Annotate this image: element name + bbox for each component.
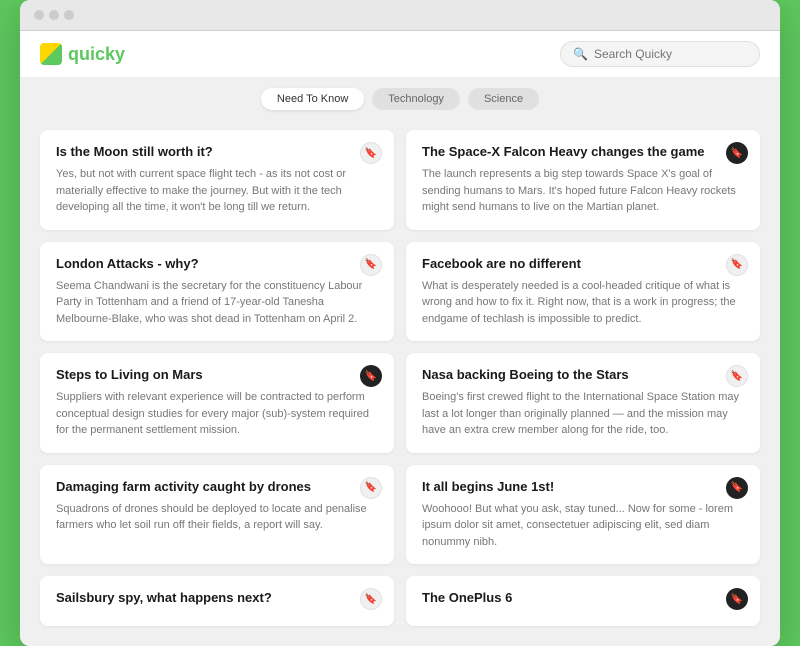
card-title: Steps to Living on Mars [56, 367, 378, 382]
bookmark-icon: 🔖 [365, 148, 377, 159]
card-title: Nasa backing Boeing to the Stars [422, 367, 744, 382]
card-title: It all begins June 1st! [422, 479, 744, 494]
browser-bar [20, 0, 780, 31]
card-body: What is desperately needed is a cool-hea… [422, 278, 744, 328]
card-badge[interactable]: 🔖 [726, 365, 748, 387]
browser-dot-red [34, 10, 44, 20]
search-icon: 🔍 [573, 47, 588, 61]
card-badge[interactable]: 🔖 [726, 477, 748, 499]
bookmark-icon: 🔖 [365, 259, 377, 270]
browser-dot-green [64, 10, 74, 20]
card-body: Seema Chandwani is the secretary for the… [56, 278, 378, 328]
bookmark-icon: 🔖 [365, 371, 377, 382]
card-badge[interactable]: 🔖 [360, 477, 382, 499]
card-badge[interactable]: 🔖 [726, 254, 748, 276]
card-item[interactable]: London Attacks - why? Seema Chandwani is … [40, 242, 394, 342]
browser-dot-yellow [49, 10, 59, 20]
card-body: The launch represents a big step towards… [422, 166, 744, 216]
search-bar[interactable]: 🔍 [560, 41, 760, 67]
bookmark-icon: 🔖 [731, 148, 743, 159]
card-badge[interactable]: 🔖 [360, 142, 382, 164]
card-title: Is the Moon still worth it? [56, 144, 378, 159]
card-body: Boeing's first crewed flight to the Inte… [422, 389, 744, 439]
card-item[interactable]: Steps to Living on Mars Suppliers with re… [40, 353, 394, 453]
card-body: Yes, but not with current space flight t… [56, 166, 378, 216]
nav-bar: quicky 🔍 [20, 31, 780, 78]
card-badge[interactable]: 🔖 [360, 254, 382, 276]
card-item[interactable]: Nasa backing Boeing to the Stars Boeing's… [406, 353, 760, 453]
card-item[interactable]: Sailsbury spy, what happens next?🔖 [40, 576, 394, 626]
card-title: The Space-X Falcon Heavy changes the gam… [422, 144, 744, 159]
card-badge[interactable]: 🔖 [726, 142, 748, 164]
card-title: London Attacks - why? [56, 256, 378, 271]
card-body: Suppliers with relevant experience will … [56, 389, 378, 439]
card-title: Damaging farm activity caught by drones [56, 479, 378, 494]
card-item[interactable]: Damaging farm activity caught by drones S… [40, 465, 394, 565]
tab-need-to-know[interactable]: Need To Know [261, 88, 364, 110]
bookmark-icon: 🔖 [731, 259, 743, 270]
logo-icon [40, 43, 62, 65]
card-title: The OnePlus 6 [422, 590, 744, 605]
card-item[interactable]: Facebook are no different What is despera… [406, 242, 760, 342]
browser-window: quicky 🔍 Need To Know Technology Science… [20, 0, 780, 646]
bookmark-icon: 🔖 [365, 594, 377, 605]
card-badge[interactable]: 🔖 [360, 588, 382, 610]
bookmark-icon: 🔖 [731, 371, 743, 382]
logo-text: quicky [68, 44, 125, 65]
logo-wordmark: quicky [68, 44, 125, 64]
tab-technology[interactable]: Technology [372, 88, 460, 110]
bookmark-icon: 🔖 [365, 482, 377, 493]
tabs-row: Need To Know Technology Science [20, 78, 780, 120]
card-body: Woohooo! But what you ask, stay tuned...… [422, 501, 744, 551]
card-body: Squadrons of drones should be deployed t… [56, 501, 378, 534]
logo: quicky [40, 43, 125, 65]
content-grid: Is the Moon still worth it? Yes, but not … [20, 120, 780, 646]
tab-science[interactable]: Science [468, 88, 539, 110]
browser-dots [34, 10, 74, 20]
card-item[interactable]: Is the Moon still worth it? Yes, but not … [40, 130, 394, 230]
card-badge[interactable]: 🔖 [726, 588, 748, 610]
card-item[interactable]: The OnePlus 6🔖 [406, 576, 760, 626]
card-title: Sailsbury spy, what happens next? [56, 590, 378, 605]
bookmark-icon: 🔖 [731, 594, 743, 605]
card-title: Facebook are no different [422, 256, 744, 271]
bookmark-icon: 🔖 [731, 482, 743, 493]
card-item[interactable]: The Space-X Falcon Heavy changes the gam… [406, 130, 760, 230]
card-item[interactable]: It all begins June 1st! Woohooo! But what… [406, 465, 760, 565]
card-badge[interactable]: 🔖 [360, 365, 382, 387]
search-input[interactable] [594, 47, 747, 61]
